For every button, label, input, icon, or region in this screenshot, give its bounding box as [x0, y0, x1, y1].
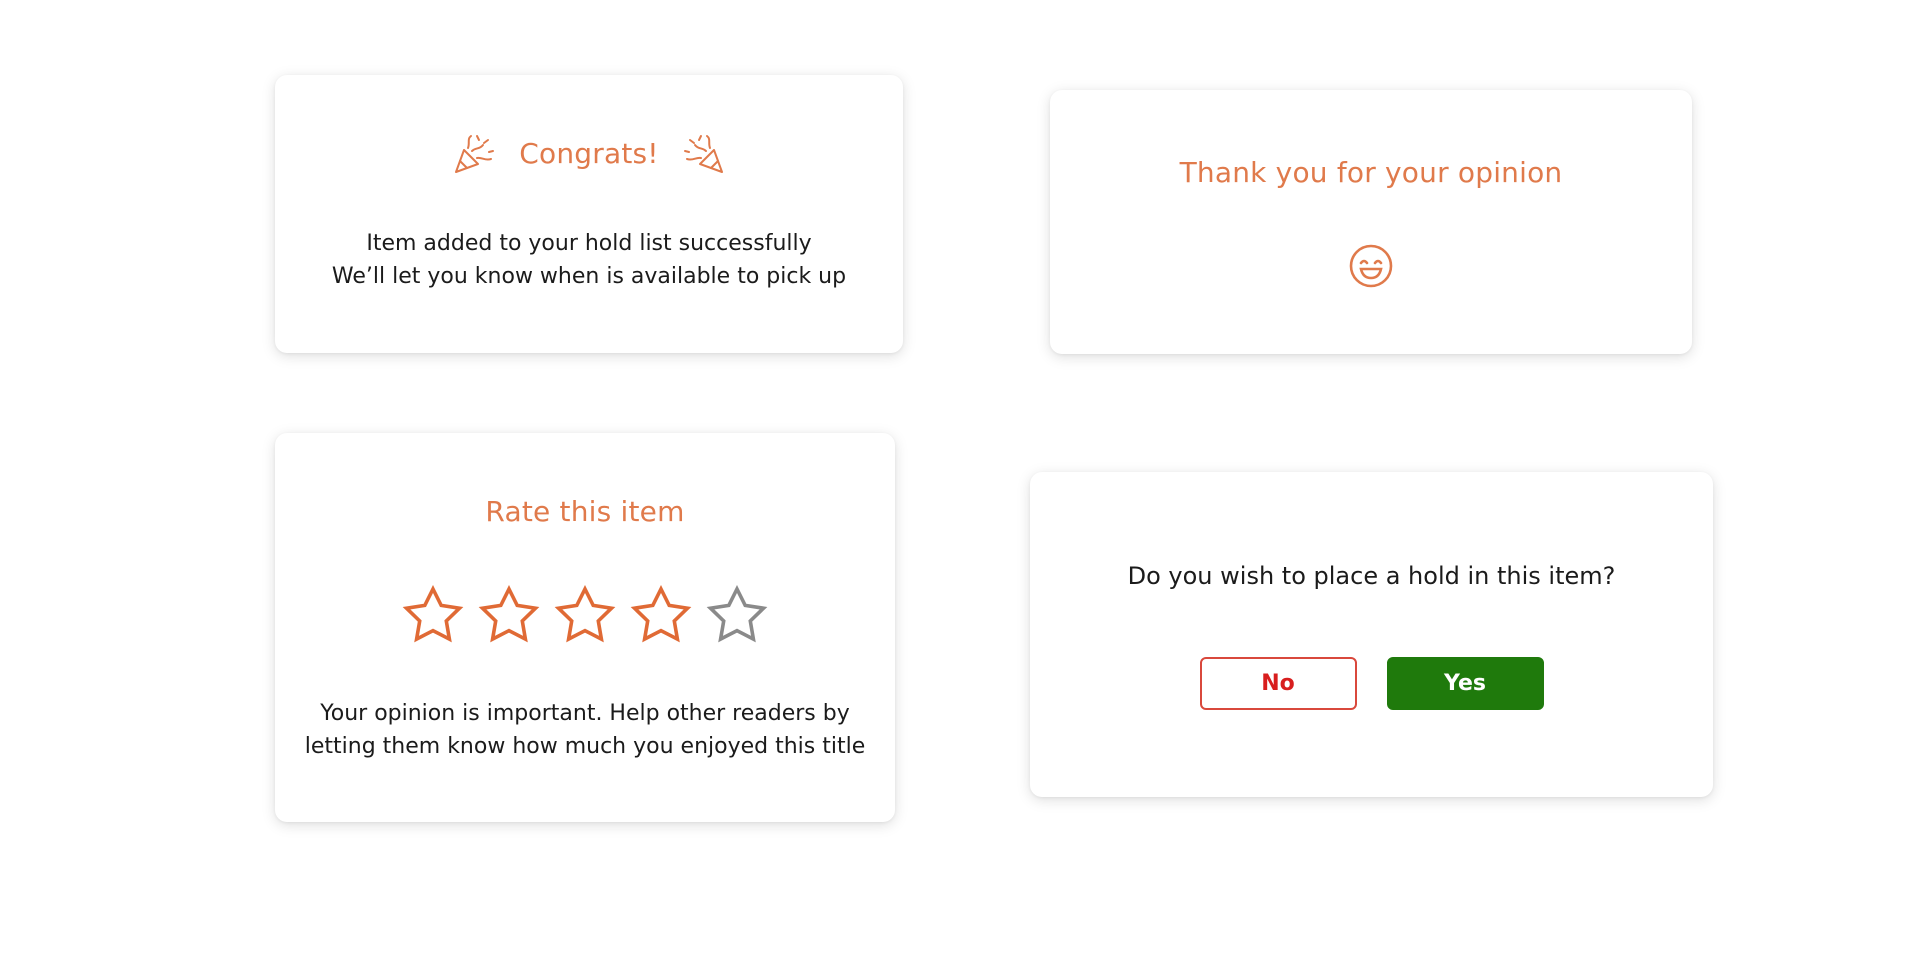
rate-title: Rate this item — [485, 495, 685, 528]
rate-line-1: Your opinion is important. Help other re… — [320, 701, 850, 726]
hold-question: Do you wish to place a hold in this item… — [1127, 562, 1616, 590]
canvas: Congrats! Item added to your hold list s… — [0, 0, 1921, 964]
party-popper-icon — [455, 135, 495, 173]
star-rating — [275, 585, 895, 647]
star-icon-selected[interactable] — [553, 585, 617, 647]
congrats-line-1: Item added to your hold list successfull… — [366, 231, 812, 256]
thanks-card: Thank you for your opinion — [1050, 90, 1692, 354]
congrats-title-row: Congrats! — [275, 131, 903, 175]
rate-message: Your opinion is important. Help other re… — [275, 697, 895, 763]
congrats-title: Congrats! — [519, 136, 659, 170]
rate-card: Rate this item Your opinion is important… — [275, 433, 895, 822]
hold-confirm-card: Do you wish to place a hold in this item… — [1030, 472, 1713, 797]
star-icon-selected[interactable] — [401, 585, 465, 647]
thanks-title: Thank you for your opinion — [1179, 156, 1563, 189]
party-popper-icon — [683, 135, 723, 173]
star-icon-selected[interactable] — [629, 585, 693, 647]
smiley-face-icon — [1349, 244, 1393, 288]
congrats-card: Congrats! Item added to your hold list s… — [275, 75, 903, 353]
congrats-message: Item added to your hold list successfull… — [275, 227, 903, 293]
star-icon-selected[interactable] — [477, 585, 541, 647]
star-icon[interactable] — [705, 585, 769, 647]
hold-button-row: No Yes — [1030, 657, 1713, 710]
yes-button[interactable]: Yes — [1386, 657, 1544, 710]
congrats-line-2: We’ll let you know when is available to … — [331, 264, 847, 289]
no-button[interactable]: No — [1199, 657, 1357, 710]
rate-line-2: letting them know how much you enjoyed t… — [304, 734, 866, 759]
